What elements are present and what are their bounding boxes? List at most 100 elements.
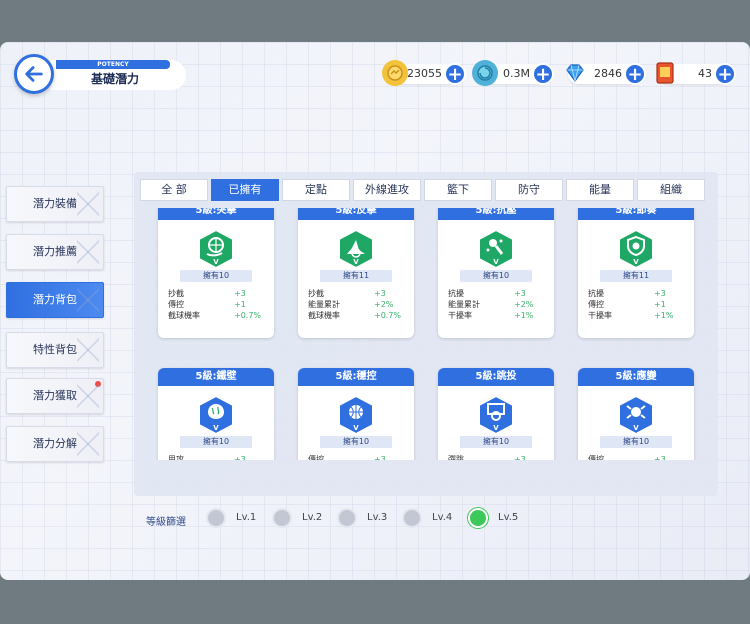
- sidebar-item-trait-backpack[interactable]: 特性背包: [6, 332, 104, 368]
- tab-inside[interactable]: 籃下: [424, 179, 492, 201]
- stat-name: 抄截: [308, 289, 324, 298]
- ball-arrows-icon: V: [618, 394, 654, 436]
- potency-card[interactable]: 5級:鐵壁 V 擁有10 甩攻 +3: [158, 368, 274, 460]
- svg-text:V: V: [213, 258, 219, 266]
- microphone-icon: V: [478, 228, 514, 270]
- add-coin-button[interactable]: +: [444, 63, 466, 85]
- stat-row: 截球機率 +0.7%: [308, 310, 408, 321]
- diamond-value: 2846: [594, 67, 622, 80]
- vortex-value: 0.3M: [503, 67, 530, 80]
- tab-owned[interactable]: 已擁有: [211, 179, 279, 201]
- stat-delta: +3: [374, 289, 386, 298]
- globe-hand-icon: V: [198, 228, 234, 270]
- stat-row: 干擾率 +1%: [448, 310, 548, 321]
- level-label: Lv.4: [432, 512, 453, 523]
- potency-card[interactable]: 5級:抗壓 V 擁有10 抗擾 +3 能量累計 +2% 干擾率 +1%: [438, 208, 554, 338]
- level-radio[interactable]: [402, 508, 422, 528]
- stat-row: 傳控 +3: [308, 454, 408, 460]
- stat-delta: +3: [654, 289, 666, 298]
- brain-icon: V: [198, 394, 234, 436]
- owned-count: 擁有10: [180, 436, 252, 448]
- card-title: 5級:反擊: [298, 208, 414, 220]
- svg-text:V: V: [633, 258, 639, 266]
- stat-name: 截球機率: [168, 311, 200, 320]
- level-radio-selected[interactable]: [468, 508, 488, 528]
- sidebar-item-recommend[interactable]: 潛力推薦: [6, 234, 104, 270]
- sidebar-item-decompose[interactable]: 潛力分解: [6, 426, 104, 462]
- add-ticket-button[interactable]: +: [714, 63, 736, 85]
- diamond-icon: [562, 60, 588, 86]
- stat-row: 截球機率 +0.7%: [168, 310, 268, 321]
- stat-delta: +0.7%: [234, 311, 262, 320]
- tab-energy[interactable]: 能量: [566, 179, 634, 201]
- stat-delta: +2%: [514, 300, 534, 309]
- potency-card[interactable]: 5級:節奏 V 擁有11 抗擾 +3 傳控 +1 干擾率 +1%: [578, 208, 694, 338]
- sidebar-item-label: 潛力裝備: [33, 197, 77, 210]
- tab-playmaking[interactable]: 組織: [637, 179, 705, 201]
- tab-all[interactable]: 全 部: [140, 179, 208, 201]
- vortex-icon: [472, 60, 498, 86]
- stat-delta: +3: [514, 289, 526, 298]
- basketball-icon: V: [338, 394, 374, 436]
- card-title: 5級:跳投: [438, 368, 554, 386]
- level-filter-label: 等級篩選: [146, 517, 186, 528]
- back-button[interactable]: [14, 54, 54, 94]
- sidebar-item-label: 特性背包: [33, 343, 77, 356]
- level-label: Lv.2: [302, 512, 323, 523]
- potency-card[interactable]: 5級:應變 V 擁有10 傳控 +3: [578, 368, 694, 460]
- stat-name: 傳控: [588, 300, 604, 309]
- tab-spot[interactable]: 定點: [282, 179, 350, 201]
- sidebar-item-label: 潛力推薦: [33, 245, 77, 258]
- stat-delta: +2%: [374, 300, 394, 309]
- sidebar-item-obtain[interactable]: 潛力獲取: [6, 378, 104, 414]
- owned-count: 擁有11: [320, 270, 392, 282]
- stat-row: 傳控 +1: [588, 299, 688, 310]
- stat-name: 甩攻: [168, 455, 184, 460]
- sidebar-item-backpack[interactable]: 潛力背包: [6, 282, 104, 318]
- svg-text:V: V: [633, 424, 639, 432]
- stat-delta: +1%: [654, 311, 674, 320]
- stat-delta: +3: [234, 455, 246, 460]
- stat-delta: +1: [234, 300, 246, 309]
- tab-perimeter[interactable]: 外線進攻: [353, 179, 421, 201]
- stat-row: 彈跳 +3: [448, 454, 548, 460]
- stat-name: 抄截: [168, 289, 184, 298]
- add-vortex-button[interactable]: +: [532, 63, 554, 85]
- level-label: Lv.1: [236, 512, 257, 523]
- level-radio[interactable]: [272, 508, 292, 528]
- level-radio[interactable]: [206, 508, 226, 528]
- stat-delta: +1: [654, 300, 666, 309]
- coin-value: 23055: [407, 67, 442, 80]
- currency-coin: 23055 +: [382, 60, 466, 86]
- stat-name: 抗擾: [588, 289, 604, 298]
- stat-name: 能量累計: [308, 300, 340, 309]
- level-label: Lv.3: [367, 512, 388, 523]
- potency-card[interactable]: 5級:跳投 V 擁有10 彈跳 +3: [438, 368, 554, 460]
- card-title: 5級:突擊: [158, 208, 274, 220]
- potency-card[interactable]: 5級:突擊 V 擁有10 抄截 +3 傳控 +1 截球機率 +0.7%: [158, 208, 274, 338]
- ticket-value: 43: [698, 67, 712, 80]
- stat-name: 能量累計: [448, 300, 480, 309]
- tab-defense[interactable]: 防守: [495, 179, 563, 201]
- stat-row: 抄截 +3: [308, 288, 408, 299]
- stat-name: 傳控: [308, 455, 324, 460]
- stat-row: 甩攻 +3: [168, 454, 268, 460]
- card-stats: 抗擾 +3 傳控 +1 干擾率 +1%: [588, 288, 688, 321]
- potency-card[interactable]: 5級:反擊 V 擁有11 抄截 +3 能量累計 +2% 截球機率 +0.7%: [298, 208, 414, 338]
- add-diamond-button[interactable]: +: [624, 63, 646, 85]
- level-label: Lv.5: [498, 512, 519, 523]
- stat-name: 傳控: [588, 455, 604, 460]
- owned-count: 擁有10: [180, 270, 252, 282]
- stat-delta: +3: [654, 455, 666, 460]
- stat-delta: +1%: [514, 311, 534, 320]
- arrow-left-icon: [25, 66, 43, 82]
- witch-hat-icon: V: [338, 228, 374, 270]
- level-radio[interactable]: [337, 508, 357, 528]
- owned-count: 擁有10: [460, 270, 532, 282]
- currency-diamond: 2846 +: [566, 63, 646, 85]
- potency-card[interactable]: 5級:穩控 V 擁有10 傳控 +3: [298, 368, 414, 460]
- ticket-icon: [652, 60, 678, 86]
- sidebar-item-label: 潛力背包: [33, 293, 77, 306]
- stat-name: 干擾率: [448, 311, 472, 320]
- sidebar-item-equip[interactable]: 潛力裝備: [6, 186, 104, 222]
